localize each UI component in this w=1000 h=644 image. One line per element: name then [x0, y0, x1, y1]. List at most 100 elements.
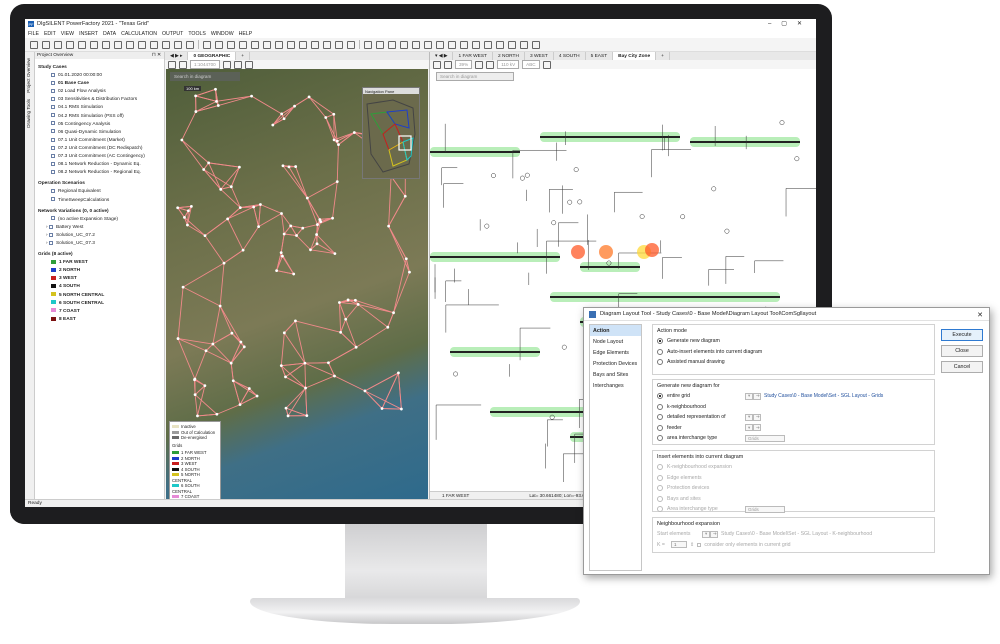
substation-node[interactable] — [392, 311, 395, 315]
toolbar-tool-icon[interactable] — [287, 40, 295, 49]
transmission-line[interactable] — [345, 319, 357, 348]
substation-node[interactable] — [194, 110, 198, 113]
substation-node[interactable] — [203, 234, 207, 237]
toolbar-tool-icon[interactable] — [532, 40, 540, 49]
substation-node[interactable] — [327, 361, 330, 365]
substation-node[interactable] — [335, 180, 339, 184]
tab-drawing-tools[interactable]: Drawing Tools — [26, 99, 31, 128]
transmission-line[interactable] — [284, 233, 297, 236]
transmission-line[interactable] — [281, 255, 295, 275]
dialog-nav-action[interactable]: Action — [590, 325, 641, 336]
select-icon[interactable] — [233, 60, 242, 69]
substation-node[interactable] — [211, 342, 215, 346]
substation-node[interactable] — [318, 218, 322, 221]
substation-node[interactable] — [280, 112, 284, 116]
transformer-symbol[interactable] — [519, 175, 525, 181]
substation-node[interactable] — [222, 261, 226, 265]
lock-icon[interactable] — [433, 60, 441, 69]
toolbar-tool-icon[interactable] — [174, 40, 182, 49]
transmission-line[interactable] — [216, 404, 241, 415]
substation-node[interactable] — [353, 298, 357, 302]
grid-item[interactable]: 6 SOUTH CENTRAL — [38, 300, 161, 308]
substation-node[interactable] — [176, 337, 180, 340]
toolbar-tool-icon[interactable] — [263, 40, 271, 49]
substation-node[interactable] — [344, 317, 348, 321]
toolbar-tool-icon[interactable] — [364, 40, 372, 49]
substation-node[interactable] — [247, 387, 251, 390]
radio-edge-elements[interactable]: Edge elements — [653, 473, 934, 484]
transmission-line[interactable] — [381, 408, 402, 410]
transmission-line[interactable] — [205, 343, 214, 352]
substation-node[interactable] — [303, 361, 307, 365]
radio-bays-sites[interactable]: Bays and sites — [653, 494, 934, 505]
substation-node[interactable] — [204, 349, 208, 353]
menu-help[interactable]: HELP — [239, 31, 253, 37]
transmission-line[interactable] — [288, 166, 308, 199]
substation-node[interactable] — [293, 104, 296, 108]
transmission-line[interactable] — [212, 343, 232, 364]
study-case-item[interactable]: 05 Contingency Analysis — [38, 121, 161, 129]
toolbar-tool-icon[interactable] — [376, 40, 384, 49]
substation-node[interactable] — [286, 414, 290, 418]
study-case-item[interactable]: 08.1 Network Reduction - Dynamic Eq. — [38, 161, 161, 169]
substation-node[interactable] — [282, 331, 286, 335]
toolbar-tool-icon[interactable] — [275, 40, 283, 49]
transmission-line[interactable] — [340, 319, 347, 333]
transmission-line[interactable] — [177, 205, 192, 209]
substation-node[interactable] — [231, 379, 235, 383]
substation-node[interactable] — [282, 117, 286, 121]
toolbar-tool-icon[interactable] — [484, 40, 492, 49]
transmission-line[interactable] — [230, 166, 240, 187]
tab-2-north[interactable]: 2 NORTH — [493, 52, 525, 60]
toolbar-tool-icon[interactable] — [78, 40, 86, 49]
toolbar-tool-icon[interactable] — [138, 40, 146, 49]
tab-3-west[interactable]: 3 WEST — [525, 52, 554, 60]
dialog-nav-interchanges[interactable]: Interchanges — [590, 380, 641, 391]
toolbar-tool-icon[interactable] — [186, 40, 194, 49]
transmission-line[interactable] — [388, 196, 406, 227]
area-type-dropdown[interactable]: Grids — [745, 434, 785, 442]
toolbar-tool-icon[interactable] — [150, 40, 158, 49]
study-case-item[interactable]: 07.2 Unit Commitment (DC Redispatch) — [38, 145, 161, 153]
busbar[interactable] — [430, 151, 520, 153]
transmission-line[interactable] — [216, 95, 252, 102]
substation-node[interactable] — [193, 393, 197, 397]
transmission-line[interactable] — [388, 225, 407, 259]
substation-node[interactable] — [181, 285, 185, 289]
substation-node[interactable] — [307, 95, 311, 99]
toolbar-tool-icon[interactable] — [66, 40, 74, 49]
study-case-item[interactable]: 01 Base Case — [38, 80, 161, 88]
substation-node[interactable] — [252, 205, 256, 209]
substation-node[interactable] — [226, 217, 230, 221]
transmission-line[interactable] — [290, 225, 303, 229]
radio-detailed-representation[interactable]: detailed representation of ▾ ➔ — [653, 412, 934, 423]
study-case-item[interactable]: 07.3 Unit Commitment (AC Contingency) — [38, 153, 161, 161]
transmission-line[interactable] — [280, 233, 285, 253]
variation-item[interactable]: › Battery West — [38, 224, 161, 232]
nav-arrows-icon[interactable]: ▾ ◀ ▶ — [430, 52, 454, 60]
transmission-line[interactable] — [258, 204, 261, 227]
transformer-symbol[interactable] — [484, 223, 490, 229]
grid-item[interactable]: 5 NORTH CENTRAL — [38, 292, 161, 300]
substation-node[interactable] — [202, 168, 206, 171]
transmission-line[interactable] — [294, 96, 310, 107]
toolbar-tool-icon[interactable] — [412, 40, 420, 49]
operation-scenario-item[interactable]: TimeSweepCalculations — [38, 197, 161, 205]
substation-node[interactable] — [333, 252, 337, 256]
substation-node[interactable] — [250, 94, 253, 98]
substation-node[interactable] — [218, 304, 222, 308]
substation-node[interactable] — [282, 232, 286, 236]
substation-node[interactable] — [259, 203, 262, 206]
grid-item[interactable]: 4 SOUTH — [38, 283, 161, 291]
substation-node[interactable] — [338, 301, 341, 304]
transmission-line[interactable] — [208, 162, 222, 190]
substation-node[interactable] — [316, 223, 319, 226]
substation-node[interactable] — [386, 325, 390, 329]
transmission-line[interactable] — [281, 105, 295, 115]
toolbar-tool-icon[interactable] — [335, 40, 343, 49]
study-case-item[interactable]: 04.2 RMS Simulation (PSS off) — [38, 113, 161, 121]
transmission-line[interactable] — [177, 287, 184, 339]
substation-node[interactable] — [408, 270, 411, 274]
transmission-line[interactable] — [397, 372, 402, 410]
dialog-nav-protection-devices[interactable]: Protection Devices — [590, 358, 641, 369]
